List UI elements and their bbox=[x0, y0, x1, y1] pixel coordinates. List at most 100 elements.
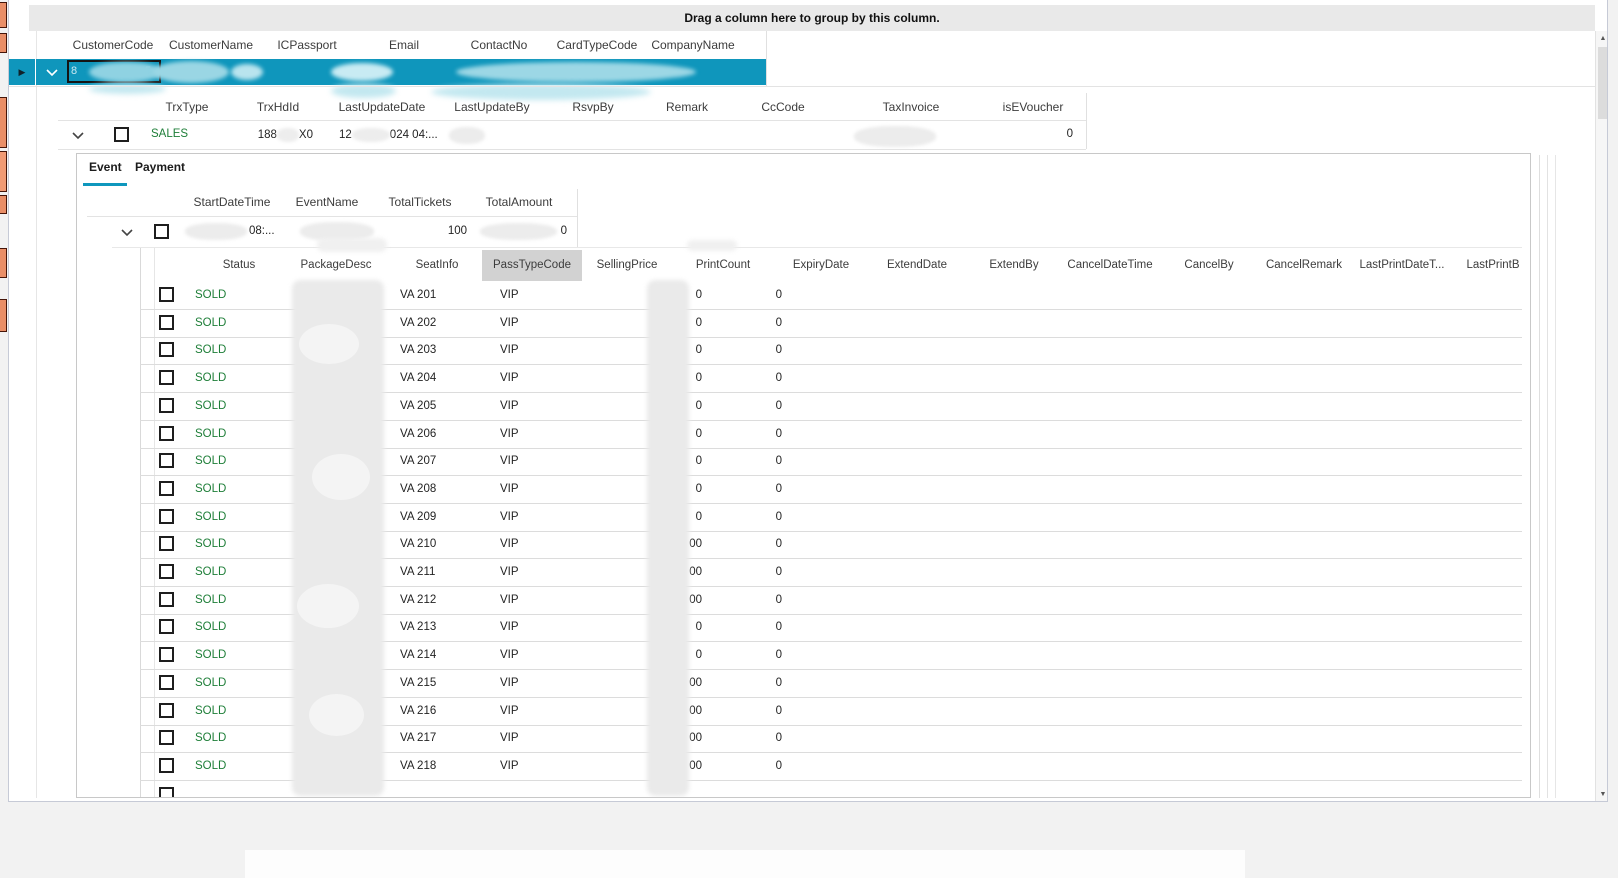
column-header-expirydate[interactable]: ExpiryDate bbox=[793, 250, 849, 280]
seatinfo-value: VA 213 bbox=[400, 621, 436, 633]
column-header-companyname[interactable]: CompanyName bbox=[651, 31, 734, 59]
row-checkbox[interactable] bbox=[159, 592, 174, 607]
row-checkbox[interactable] bbox=[154, 224, 169, 239]
column-header-lastprintdate[interactable]: LastPrintDateT... bbox=[1359, 250, 1444, 280]
column-header-totaltickets[interactable]: TotalTickets bbox=[389, 189, 452, 216]
row-checkbox[interactable] bbox=[159, 703, 174, 718]
scrollbar-thumb[interactable] bbox=[1598, 47, 1608, 119]
trxhdid-value: 188X0 bbox=[249, 128, 313, 142]
column-header-lastupdateby[interactable]: LastUpdateBy bbox=[454, 93, 529, 121]
scroll-down-icon[interactable]: ▼ bbox=[1596, 791, 1608, 798]
vertical-scrollbar[interactable]: ▲ ▼ bbox=[1595, 31, 1608, 802]
status-value: SOLD bbox=[195, 511, 226, 523]
row-checkbox[interactable] bbox=[159, 758, 174, 773]
expand-chevron-icon[interactable] bbox=[71, 131, 85, 140]
background-window-edge bbox=[0, 151, 7, 192]
customer-row-selected[interactable]: ▶ 8 5 bbox=[9, 59, 766, 85]
row-checkbox[interactable] bbox=[159, 536, 174, 551]
column-header-contactno[interactable]: ContactNo bbox=[471, 31, 528, 59]
column-header-extendby[interactable]: ExtendBy bbox=[989, 250, 1038, 280]
expand-chevron-icon[interactable] bbox=[45, 68, 59, 77]
printcount-value: 0 bbox=[732, 594, 782, 606]
passtypecode-value: VIP bbox=[500, 511, 519, 523]
column-header-icpassport[interactable]: ICPassport bbox=[277, 31, 336, 59]
column-header-sellingprice[interactable]: SellingPrice bbox=[597, 250, 658, 280]
column-header-passtypecode[interactable]: PassTypeCode bbox=[493, 250, 571, 280]
expand-chevron-icon[interactable] bbox=[120, 228, 134, 237]
row-checkbox[interactable] bbox=[159, 342, 174, 357]
column-header-cardtypecode[interactable]: CardTypeCode bbox=[557, 31, 638, 59]
printcount-value: 0 bbox=[732, 677, 782, 689]
column-header-isevoucher[interactable]: isEVoucher bbox=[1003, 93, 1064, 121]
background-window-edge bbox=[0, 195, 7, 214]
column-header-email[interactable]: Email bbox=[389, 31, 419, 59]
status-value: SOLD bbox=[195, 372, 226, 384]
column-header-totalamount[interactable]: TotalAmount bbox=[486, 189, 553, 216]
column-header-packagedesc[interactable]: PackageDesc bbox=[301, 250, 372, 280]
redaction-blur bbox=[647, 280, 689, 796]
divider bbox=[36, 31, 37, 798]
status-value: SOLD bbox=[195, 677, 226, 689]
column-header-trxtype[interactable]: TrxType bbox=[166, 93, 209, 121]
redaction-blur bbox=[312, 454, 370, 500]
row-checkbox[interactable] bbox=[114, 127, 129, 142]
passtypecode-value: VIP bbox=[500, 400, 519, 412]
row-checkbox[interactable] bbox=[159, 453, 174, 468]
group-by-panel[interactable]: Drag a column here to group by this colu… bbox=[29, 5, 1595, 31]
column-header-eventname[interactable]: EventName bbox=[296, 189, 359, 216]
column-header-printcount[interactable]: PrintCount bbox=[696, 250, 750, 280]
column-header-cccode[interactable]: CcCode bbox=[761, 93, 804, 121]
passtypecode-value: VIP bbox=[500, 566, 519, 578]
tab-event[interactable]: Event bbox=[89, 160, 122, 184]
divider bbox=[577, 189, 578, 247]
column-header-customername[interactable]: CustomerName bbox=[169, 31, 253, 59]
background-window-edge bbox=[0, 97, 7, 148]
row-checkbox[interactable] bbox=[159, 426, 174, 441]
row-checkbox[interactable] bbox=[159, 564, 174, 579]
seatinfo-value: VA 214 bbox=[400, 649, 436, 661]
row-checkbox[interactable] bbox=[159, 675, 174, 690]
redaction-blur bbox=[185, 223, 247, 240]
row-checkbox[interactable] bbox=[159, 481, 174, 496]
column-header-cancelby[interactable]: CancelBy bbox=[1184, 250, 1233, 280]
tab-payment[interactable]: Payment bbox=[135, 160, 185, 184]
seatinfo-value: VA 204 bbox=[400, 372, 436, 384]
column-header-rsvpby[interactable]: RsvpBy bbox=[572, 93, 613, 121]
column-header-lastupdatedate[interactable]: LastUpdateDate bbox=[339, 93, 426, 121]
column-header-taxinvoice[interactable]: TaxInvoice bbox=[883, 93, 940, 121]
printcount-value: 0 bbox=[732, 317, 782, 329]
seatinfo-value: VA 206 bbox=[400, 428, 436, 440]
totaltickets-value: 100 bbox=[417, 225, 467, 237]
row-checkbox[interactable] bbox=[159, 509, 174, 524]
background-window-edge bbox=[0, 2, 7, 28]
column-header-customercode[interactable]: CustomerCode bbox=[73, 31, 154, 59]
row-checkbox[interactable] bbox=[159, 398, 174, 413]
passtypecode-value: VIP bbox=[500, 594, 519, 606]
column-header-trxhdid[interactable]: TrxHdId bbox=[257, 93, 299, 121]
scroll-up-icon[interactable]: ▲ bbox=[1596, 35, 1608, 42]
column-header-lastprintby[interactable]: LastPrintB bbox=[1466, 250, 1519, 280]
row-checkbox[interactable] bbox=[159, 619, 174, 634]
status-value: SOLD bbox=[195, 317, 226, 329]
printcount-value: 0 bbox=[732, 289, 782, 301]
column-header-remark[interactable]: Remark bbox=[666, 93, 708, 121]
row-checkbox[interactable] bbox=[159, 787, 174, 798]
row-checkbox[interactable] bbox=[159, 647, 174, 662]
column-header-seatinfo[interactable]: SeatInfo bbox=[416, 250, 459, 280]
column-header-cancelremark[interactable]: CancelRemark bbox=[1266, 250, 1342, 280]
row-checkbox[interactable] bbox=[159, 315, 174, 330]
row-checkbox[interactable] bbox=[159, 287, 174, 302]
status-value: SOLD bbox=[195, 760, 226, 772]
redaction-blur bbox=[309, 694, 364, 736]
row-checkbox[interactable] bbox=[159, 370, 174, 385]
printcount-value: 0 bbox=[732, 483, 782, 495]
divider bbox=[58, 120, 1086, 121]
column-header-extenddate[interactable]: ExtendDate bbox=[887, 250, 947, 280]
column-header-startdatetime[interactable]: StartDateTime bbox=[194, 189, 271, 216]
row-checkbox[interactable] bbox=[159, 730, 174, 745]
detail-tab-panel: Event Payment StartDateTime EventName To… bbox=[76, 153, 1531, 798]
seatinfo-value: VA 218 bbox=[400, 760, 436, 772]
column-header-status[interactable]: Status bbox=[223, 250, 256, 280]
column-header-canceldatetime[interactable]: CancelDateTime bbox=[1067, 250, 1152, 280]
customercode-partial-char: 8 bbox=[71, 65, 77, 77]
